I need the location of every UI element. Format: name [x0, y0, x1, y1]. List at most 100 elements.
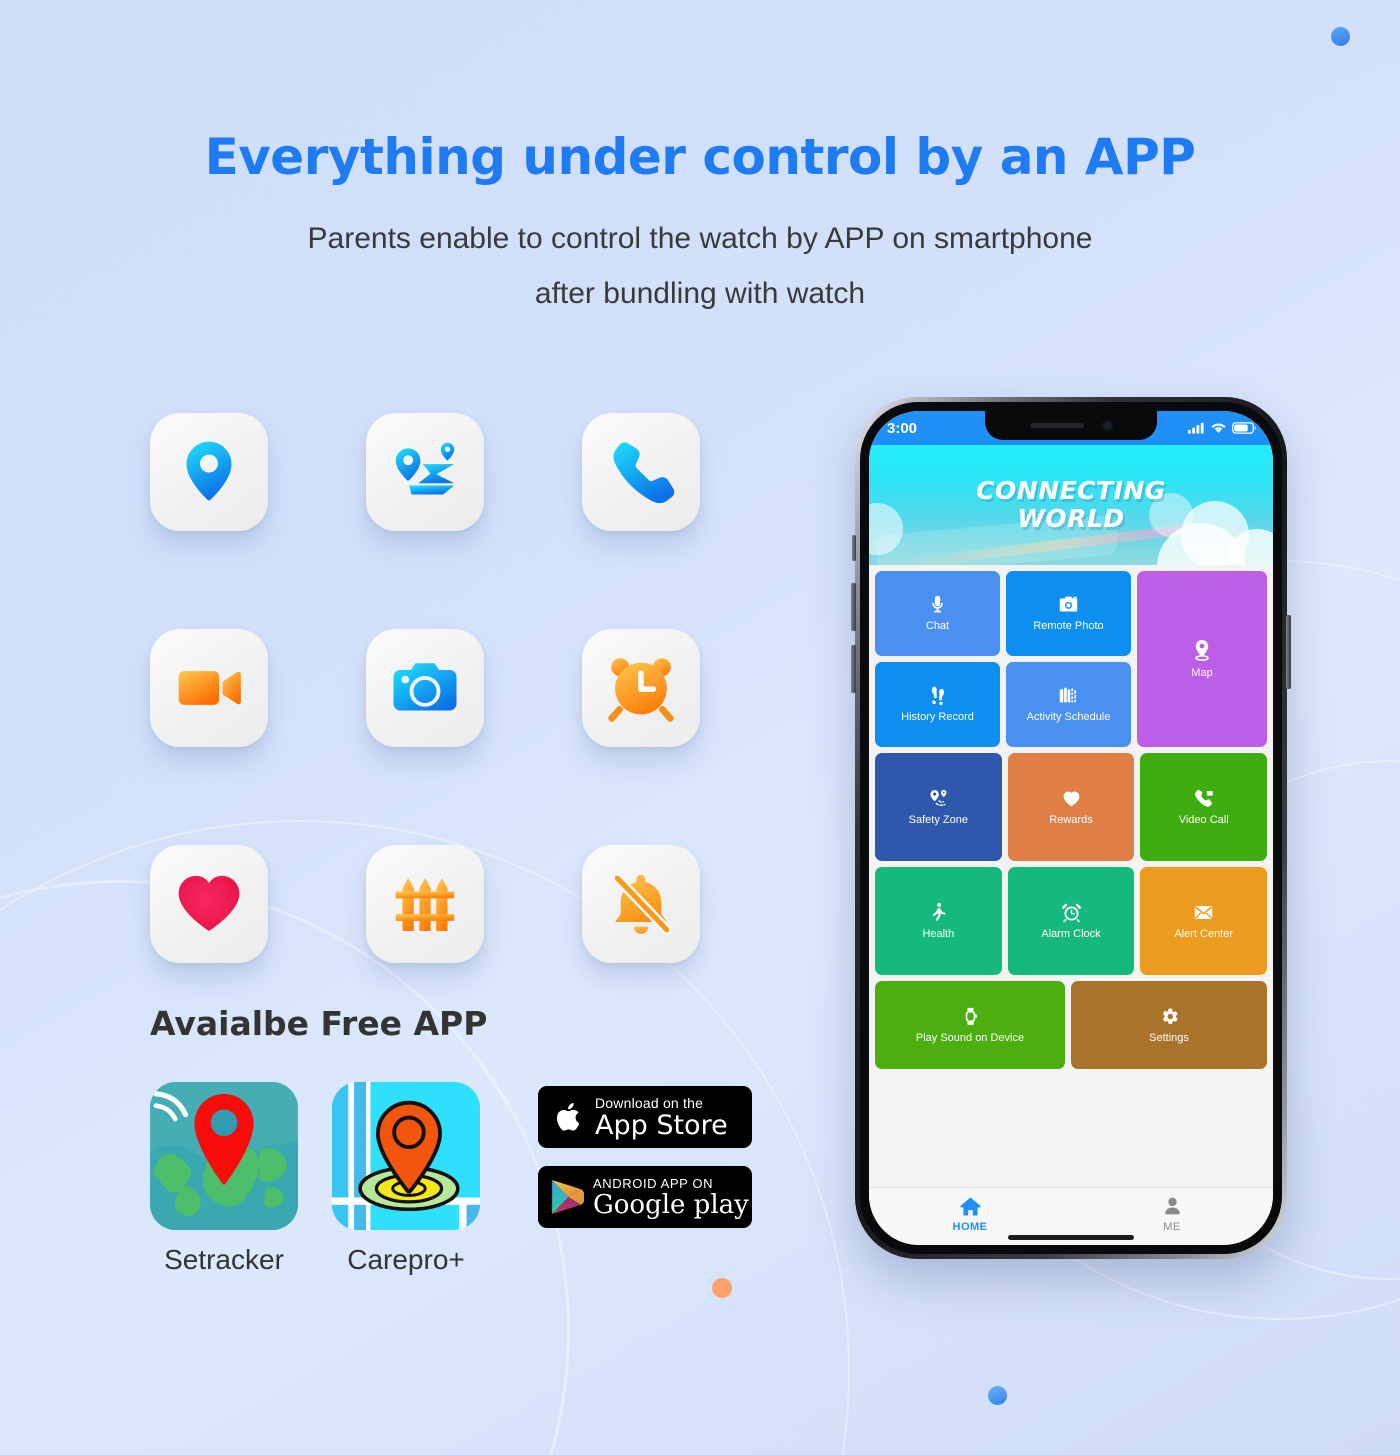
- feature-tile-location[interactable]: [150, 413, 268, 531]
- battery-icon: [1232, 422, 1257, 434]
- phone-notch: [985, 411, 1157, 440]
- phone-bezel: 3:00 CONNECTING WORLD Chat Remote Photo …: [860, 402, 1282, 1254]
- tile-health[interactable]: Health: [875, 867, 1002, 975]
- app-store-badge-label: App Store: [595, 1109, 728, 1141]
- tile-settings[interactable]: Settings: [1071, 981, 1267, 1069]
- banner-title-line-2: WORLD: [1017, 504, 1125, 533]
- tile-map[interactable]: Map: [1137, 571, 1267, 747]
- google-play-icon: [550, 1178, 584, 1216]
- app-tile-grid: Chat Remote Photo History Record Activit…: [869, 565, 1273, 1187]
- feature-icon-grid: [150, 413, 710, 963]
- feature-tile-mute[interactable]: [582, 845, 700, 963]
- heart-icon: [173, 868, 245, 940]
- video-camera-icon: [173, 652, 245, 724]
- tab-label-me: ME: [1163, 1221, 1181, 1233]
- google-play-badge-label: Google play: [593, 1189, 749, 1220]
- tile-label: Chat: [925, 620, 950, 633]
- app-item-carepro[interactable]: Carepro+: [332, 1082, 480, 1276]
- microphone-icon: [927, 594, 948, 615]
- alarm-clock-icon: [1061, 902, 1082, 923]
- tile-remote-photo[interactable]: Remote Photo: [1006, 571, 1131, 656]
- tile-row-2: Safety Zone Rewards Video Call: [875, 753, 1268, 861]
- front-camera-icon: [1101, 420, 1113, 431]
- bell-off-icon: [605, 868, 677, 940]
- tile-row-4: Play Sound on Device Settings: [875, 981, 1267, 1069]
- phone-volume-up-button[interactable]: [851, 583, 856, 631]
- app-item-setracker[interactable]: Setracker: [150, 1082, 298, 1276]
- subtitle-line-1: Parents enable to control the watch by A…: [307, 222, 1093, 255]
- tile-alarm-clock[interactable]: Alarm Clock: [1007, 867, 1135, 975]
- tile-row-1: Chat Remote Photo History Record Activit…: [875, 571, 1267, 747]
- tab-label-home: HOME: [952, 1221, 988, 1233]
- feature-tile-alarm[interactable]: [582, 629, 700, 747]
- app-banner: CONNECTING WORLD: [869, 445, 1273, 565]
- feature-tile-heart[interactable]: [150, 845, 268, 963]
- app-store-badge-small: Download on the: [595, 1094, 704, 1111]
- phone-power-button[interactable]: [1286, 615, 1291, 689]
- location-pin-icon: [173, 436, 245, 508]
- setracker-app-icon: [150, 1082, 298, 1230]
- envelope-icon: [1193, 902, 1214, 923]
- tile-label: Rewards: [1049, 813, 1093, 826]
- tile-activity-schedule[interactable]: Activity Schedule: [1006, 662, 1131, 747]
- banner-title: CONNECTING WORLD: [976, 477, 1166, 533]
- dot-orange: [712, 1278, 732, 1298]
- feature-tile-video[interactable]: [150, 629, 268, 747]
- tile-label: Alarm Clock: [1041, 927, 1101, 940]
- tile-safety-zone[interactable]: Safety Zone: [875, 753, 1002, 861]
- tile-label: Play Sound on Device: [915, 1031, 1025, 1044]
- camera-icon: [1058, 594, 1079, 615]
- person-icon: [1161, 1195, 1184, 1218]
- phone-volume-down-button[interactable]: [851, 645, 856, 693]
- smartphone-mockup: 3:00 CONNECTING WORLD Chat Remote Photo …: [851, 397, 1291, 1259]
- feature-tile-fence[interactable]: [366, 845, 484, 963]
- feature-tile-camera[interactable]: [366, 629, 484, 747]
- feature-tile-phone[interactable]: [582, 413, 700, 531]
- tile-chat[interactable]: Chat: [875, 571, 1000, 656]
- fence-icon: [389, 868, 461, 940]
- tile-history-record[interactable]: History Record: [875, 662, 1000, 747]
- page-subtitle: Parents enable to control the watch by A…: [0, 212, 1400, 321]
- page-header: Everything under control by an APP Paren…: [0, 0, 1400, 321]
- tile-row-3: Health Alarm Clock Alert Center: [875, 867, 1268, 975]
- google-play-badge[interactable]: ANDROID APP ON Google play: [538, 1166, 752, 1228]
- google-play-badge-small: ANDROID APP ON: [593, 1175, 714, 1191]
- tile-play-sound-on-device[interactable]: Play Sound on Device: [875, 981, 1065, 1069]
- heart-icon: [1061, 788, 1082, 809]
- dot-bottom: [988, 1386, 1007, 1405]
- footprints-icon: [927, 685, 948, 706]
- signal-bars-icon: [1188, 422, 1205, 434]
- tab-me[interactable]: ME: [1071, 1195, 1273, 1233]
- tile-label: History Record: [901, 711, 974, 724]
- tile-label: Remote Photo: [1033, 620, 1104, 633]
- app-store-badge[interactable]: Download on the App Store: [538, 1086, 752, 1148]
- feature-tile-route[interactable]: [366, 413, 484, 531]
- books-icon: [1058, 685, 1079, 706]
- subtitle-line-2: after bundling with watch: [534, 276, 866, 310]
- tab-home[interactable]: HOME: [869, 1195, 1071, 1233]
- walking-person-icon: [928, 902, 949, 923]
- geofence-pin-icon: [928, 788, 949, 809]
- wifi-icon: [1211, 422, 1226, 434]
- home-indicator: [1008, 1235, 1134, 1240]
- tile-rewards[interactable]: Rewards: [1007, 753, 1135, 861]
- gear-icon: [1159, 1006, 1180, 1027]
- app-label-setracker: Setracker: [164, 1244, 284, 1275]
- apple-logo-icon: [550, 1098, 586, 1136]
- smartwatch-icon: [960, 1006, 981, 1027]
- video-call-icon: [1193, 788, 1214, 809]
- map-pin-icon: [1190, 638, 1214, 662]
- tile-label: Map: [1191, 667, 1213, 680]
- status-bar-time: 3:00: [887, 419, 918, 437]
- tile-alert-center[interactable]: Alert Center: [1140, 867, 1268, 975]
- earpiece-speaker-icon: [1029, 423, 1084, 428]
- alarm-clock-icon: [605, 652, 677, 724]
- phone-screen: 3:00 CONNECTING WORLD Chat Remote Photo …: [869, 411, 1273, 1245]
- tile-label: Video Call: [1178, 813, 1229, 826]
- banner-title-line-1: CONNECTING: [976, 476, 1166, 505]
- camera-icon: [389, 652, 461, 724]
- home-icon: [959, 1195, 982, 1218]
- tile-video-call[interactable]: Video Call: [1140, 753, 1268, 861]
- phone-mute-switch[interactable]: [852, 535, 856, 561]
- tile-label: Activity Schedule: [1026, 711, 1111, 724]
